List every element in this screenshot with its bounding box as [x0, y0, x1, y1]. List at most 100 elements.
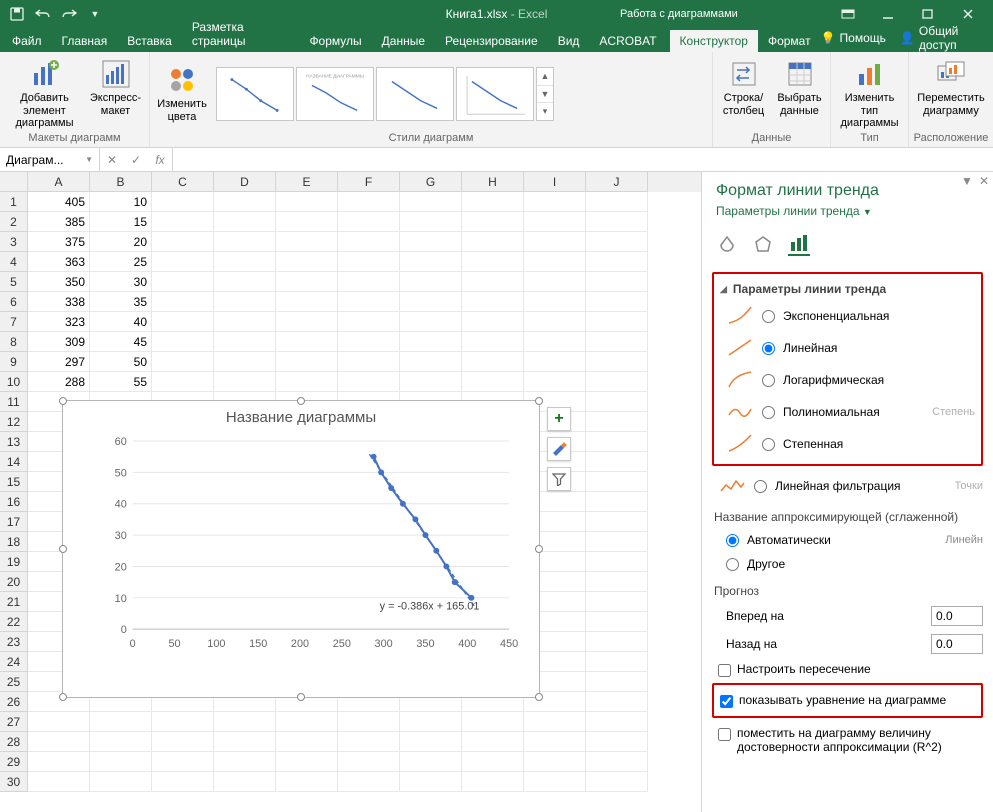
- cell[interactable]: [586, 232, 648, 252]
- cell[interactable]: 297: [28, 352, 90, 372]
- section-trendline-options[interactable]: Параметры линии тренда: [720, 278, 975, 300]
- gallery-expand[interactable]: ▲▼▾: [536, 67, 554, 121]
- tab-home[interactable]: Главная: [52, 30, 118, 52]
- worksheet[interactable]: ABCDEFGHIJ 14051023851533752043632553503…: [0, 172, 701, 812]
- cell[interactable]: [152, 232, 214, 252]
- cell[interactable]: [524, 192, 586, 212]
- pane-subtitle[interactable]: Параметры линии тренда ▼: [716, 204, 979, 218]
- cell[interactable]: [462, 272, 524, 292]
- row-header[interactable]: 9: [0, 352, 28, 372]
- cell[interactable]: [276, 252, 338, 272]
- cell[interactable]: [586, 252, 648, 272]
- cancel-icon[interactable]: ✕: [100, 153, 124, 167]
- cell[interactable]: [214, 332, 276, 352]
- tab-chart-format[interactable]: Формат: [758, 30, 821, 52]
- cell[interactable]: [586, 352, 648, 372]
- cell[interactable]: [524, 332, 586, 352]
- cell[interactable]: [214, 352, 276, 372]
- cell[interactable]: [400, 212, 462, 232]
- cell[interactable]: [338, 252, 400, 272]
- undo-icon[interactable]: [32, 3, 54, 25]
- pane-close-icon[interactable]: ✕: [979, 174, 989, 188]
- column-header[interactable]: I: [524, 172, 586, 192]
- cell[interactable]: [276, 272, 338, 292]
- cell[interactable]: [338, 232, 400, 252]
- cell[interactable]: [400, 772, 462, 792]
- cell[interactable]: 50: [90, 352, 152, 372]
- cell[interactable]: [338, 372, 400, 392]
- radio-logarithmic[interactable]: Логарифмическая: [720, 364, 975, 396]
- cell[interactable]: [338, 712, 400, 732]
- cell[interactable]: [90, 772, 152, 792]
- chart-style-thumb[interactable]: [456, 67, 534, 121]
- cell[interactable]: [338, 752, 400, 772]
- cell[interactable]: [462, 732, 524, 752]
- pane-menu-icon[interactable]: ▼: [961, 174, 973, 188]
- cell[interactable]: [276, 232, 338, 252]
- cell[interactable]: [400, 312, 462, 332]
- cell[interactable]: [462, 712, 524, 732]
- cell[interactable]: [152, 352, 214, 372]
- chart-elements-button[interactable]: +: [547, 407, 571, 431]
- cell[interactable]: [586, 292, 648, 312]
- cell[interactable]: [524, 372, 586, 392]
- cell[interactable]: [276, 772, 338, 792]
- tab-data[interactable]: Данные: [372, 30, 435, 52]
- row-header[interactable]: 4: [0, 252, 28, 272]
- row-header[interactable]: 28: [0, 732, 28, 752]
- cell[interactable]: [276, 732, 338, 752]
- forecast-backward-input[interactable]: [931, 634, 983, 654]
- effects-icon[interactable]: [752, 234, 774, 256]
- cell[interactable]: [90, 752, 152, 772]
- cell[interactable]: [400, 292, 462, 312]
- tab-page-layout[interactable]: Разметка страницы: [182, 16, 300, 52]
- resize-handle[interactable]: [297, 693, 305, 701]
- row-header[interactable]: 22: [0, 612, 28, 632]
- cell[interactable]: [586, 552, 648, 572]
- fill-line-icon[interactable]: [716, 234, 738, 256]
- plot-area[interactable]: 0102030405060050100150200250300350400450…: [103, 434, 519, 654]
- row-header[interactable]: 19: [0, 552, 28, 572]
- cell[interactable]: [152, 772, 214, 792]
- cell[interactable]: [462, 312, 524, 332]
- cell[interactable]: [462, 252, 524, 272]
- fx-icon[interactable]: fx: [148, 153, 172, 167]
- cell[interactable]: [524, 712, 586, 732]
- cell[interactable]: 309: [28, 332, 90, 352]
- resize-handle[interactable]: [59, 545, 67, 553]
- column-header[interactable]: B: [90, 172, 152, 192]
- cell[interactable]: [152, 212, 214, 232]
- tab-file[interactable]: Файл: [2, 30, 52, 52]
- cell[interactable]: [338, 292, 400, 312]
- cell[interactable]: [524, 352, 586, 372]
- cell[interactable]: [152, 732, 214, 752]
- chart-styles-button[interactable]: [547, 437, 571, 461]
- cell[interactable]: [462, 372, 524, 392]
- row-header[interactable]: 15: [0, 472, 28, 492]
- cell[interactable]: 338: [28, 292, 90, 312]
- cell[interactable]: [586, 432, 648, 452]
- cell[interactable]: [214, 252, 276, 272]
- chart-style-thumb[interactable]: [376, 67, 454, 121]
- cell[interactable]: [214, 752, 276, 772]
- cell[interactable]: [586, 412, 648, 432]
- cell[interactable]: [276, 752, 338, 772]
- cell[interactable]: [524, 732, 586, 752]
- cell[interactable]: 375: [28, 232, 90, 252]
- row-header[interactable]: 2: [0, 212, 28, 232]
- column-header[interactable]: J: [586, 172, 648, 192]
- cell[interactable]: [152, 292, 214, 312]
- cell[interactable]: [586, 592, 648, 612]
- cell[interactable]: [524, 292, 586, 312]
- embedded-chart[interactable]: Название диаграммы 010203040506005010015…: [62, 400, 540, 698]
- cell[interactable]: 40: [90, 312, 152, 332]
- row-header[interactable]: 6: [0, 292, 28, 312]
- cell[interactable]: 363: [28, 252, 90, 272]
- cell[interactable]: 10: [90, 192, 152, 212]
- cell[interactable]: [586, 492, 648, 512]
- save-icon[interactable]: [6, 3, 28, 25]
- cell[interactable]: [338, 332, 400, 352]
- cell[interactable]: [214, 192, 276, 212]
- quick-layout-button[interactable]: Экспресс-макет: [88, 56, 144, 119]
- resize-handle[interactable]: [535, 545, 543, 553]
